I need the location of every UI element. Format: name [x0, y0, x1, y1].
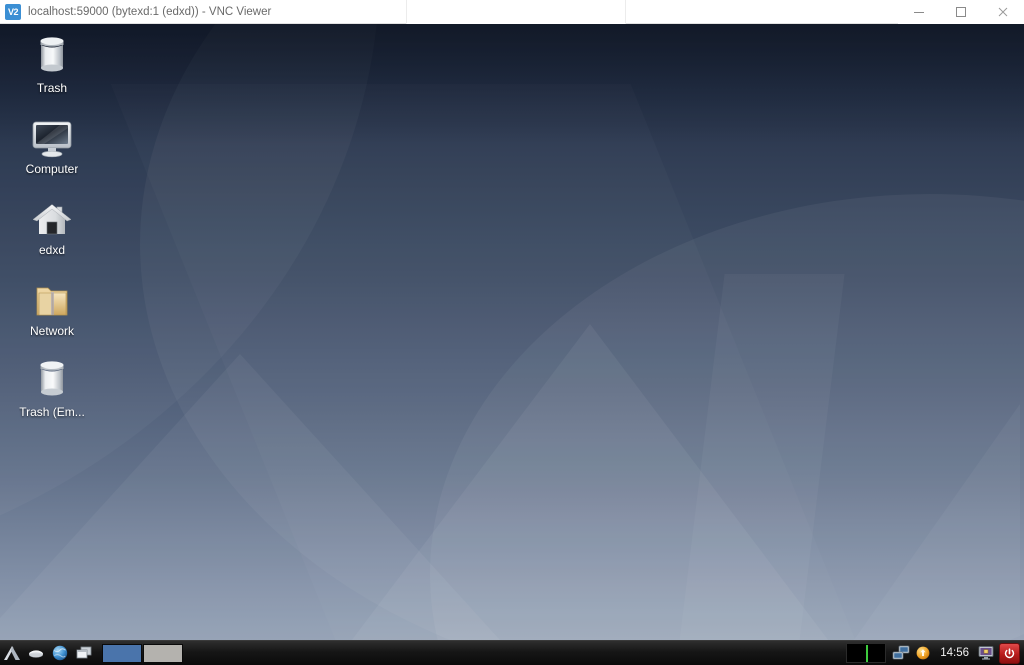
- power-icon: [1004, 647, 1015, 658]
- desktop-icon-label: Trash (Em...: [19, 405, 85, 419]
- minimize-icon: [914, 11, 924, 13]
- desktop-icon-trash-empty[interactable]: Trash (Em...: [6, 354, 98, 419]
- minimize-button[interactable]: [898, 0, 940, 24]
- globe-browser-icon: [52, 645, 68, 661]
- file-manager-button[interactable]: [24, 641, 48, 665]
- workspace-switcher: [102, 641, 184, 665]
- wallpaper-shape-dome: [140, 24, 1024, 665]
- titlebar-tab-area[interactable]: [406, 0, 626, 24]
- desktop-icon-home[interactable]: edxd: [6, 192, 98, 257]
- network-workgroup-tray-button[interactable]: [890, 641, 912, 665]
- vnc-viewer-window: V2 localhost:59000 (bytexd:1 (edxd)) - V…: [0, 0, 1024, 665]
- wallpaper-shape-wedge-right: [830, 404, 1020, 665]
- desktop-icon-computer[interactable]: Computer: [6, 111, 98, 176]
- network-folder-icon: [28, 273, 76, 321]
- power-button[interactable]: [999, 642, 1020, 664]
- wallpaper-shape-dome-2: [430, 194, 1024, 665]
- xfce-mouse-logo-icon: [4, 646, 20, 660]
- applications-menu-button[interactable]: [0, 641, 24, 665]
- trash-can-icon: [28, 30, 76, 78]
- workspace-button-2[interactable]: [143, 643, 183, 663]
- trash-can-empty-icon: [28, 354, 76, 402]
- home-folder-icon: [28, 192, 76, 240]
- file-manager-icon: [29, 650, 43, 658]
- desktop-icon-label: Network: [29, 324, 74, 338]
- taskbar-panel: 14:56: [0, 640, 1024, 665]
- panel-right-section: 14:56: [846, 641, 1024, 665]
- cpu-graph-line: [866, 645, 869, 662]
- network-computers-icon: [892, 645, 910, 660]
- maximize-button[interactable]: [940, 0, 982, 24]
- panel-left-section: [0, 641, 184, 665]
- show-desktop-button[interactable]: [72, 641, 96, 665]
- wallpaper-shape-column: [675, 274, 845, 665]
- software-updater-tray-button[interactable]: [912, 641, 934, 665]
- workspace-button-1[interactable]: [102, 643, 142, 663]
- display-settings-tray-button[interactable]: [975, 641, 997, 665]
- close-icon: [998, 7, 1008, 16]
- wallpaper-shape-band: [111, 84, 890, 665]
- clock[interactable]: 14:56: [934, 647, 975, 659]
- desktop-icon-trash[interactable]: Trash: [6, 30, 98, 95]
- window-controls: [898, 0, 1024, 24]
- display-icon: [978, 646, 994, 660]
- wallpaper-shape-cone-mid: [330, 324, 850, 665]
- maximize-icon: [956, 6, 966, 17]
- wallpaper-top-shading: [0, 24, 1024, 144]
- computer-monitor-icon: [28, 111, 76, 159]
- window-titlebar: V2 localhost:59000 (bytexd:1 (edxd)) - V…: [0, 0, 1024, 24]
- vnc-viewer-logo: V2: [5, 3, 21, 20]
- close-button[interactable]: [982, 0, 1024, 24]
- desktop-icon-label: edxd: [38, 243, 66, 257]
- desktop-icon-label: Computer: [25, 162, 79, 176]
- remote-desktop-area[interactable]: Trash Computer edxd Network Trash (Em...…: [0, 24, 1024, 665]
- desktop-icon-label: Trash: [36, 81, 68, 95]
- desktop-icon-network[interactable]: Network: [6, 273, 98, 338]
- update-notifier-icon: [916, 646, 930, 660]
- windows-stack-icon: [76, 646, 92, 659]
- cpu-graph-widget[interactable]: [846, 643, 887, 663]
- desktop-icon-grid: Trash Computer edxd Network Trash (Em...: [6, 30, 102, 435]
- web-browser-button[interactable]: [48, 641, 72, 665]
